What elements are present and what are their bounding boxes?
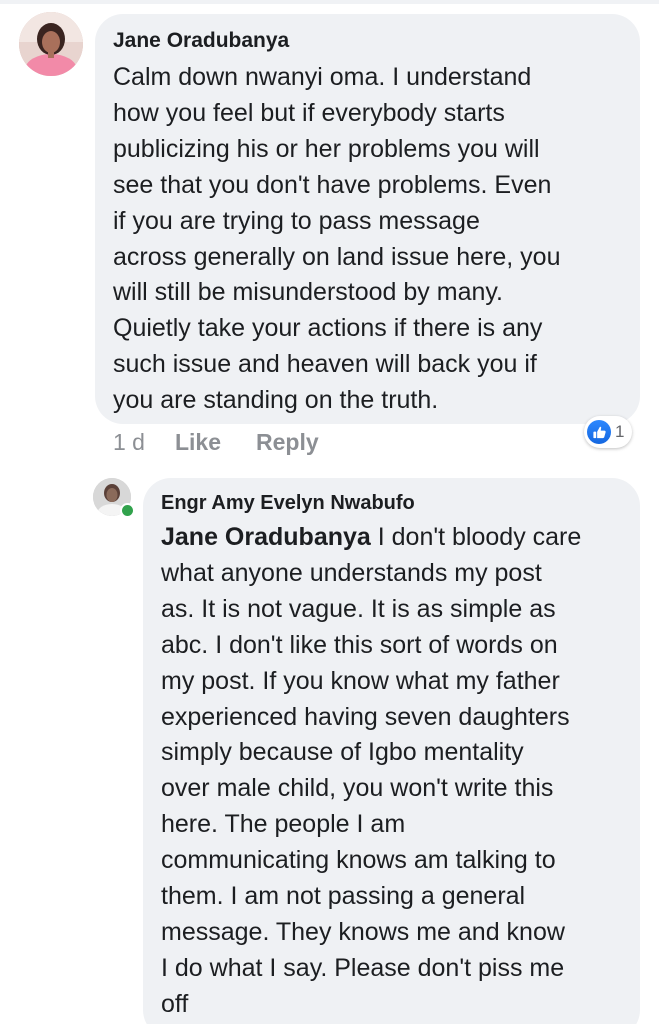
comment-text: Jane Oradubanya I don't bloody care what… <box>161 520 631 1023</box>
comment-actions: 1 d Like Reply <box>113 427 319 457</box>
reply-comment-bubble: Engr Amy Evelyn Nwabufo Jane Oradubanya … <box>143 478 640 1024</box>
comment-author-link[interactable]: Engr Amy Evelyn Nwabufo <box>161 490 640 516</box>
divider <box>0 0 659 4</box>
profile-photo-icon <box>19 12 83 76</box>
comment-body-text: I don't bloody care what anyone understa… <box>161 523 582 1018</box>
comment-timestamp[interactable]: 1 d <box>113 429 145 456</box>
comment-author-link[interactable]: Jane Oradubanya <box>113 28 640 54</box>
online-status-indicator <box>120 503 135 518</box>
reply-button[interactable]: Reply <box>256 429 319 456</box>
reaction-count: 1 <box>615 422 625 441</box>
avatar[interactable] <box>19 12 83 76</box>
comment-text: Calm down nwanyi oma. I understand how y… <box>113 63 561 415</box>
thumbs-up-icon <box>587 420 611 444</box>
like-button[interactable]: Like <box>175 429 221 456</box>
reaction-summary[interactable]: 1 <box>584 416 633 448</box>
comment-bubble: Jane Oradubanya Calm down nwanyi oma. I … <box>95 14 640 424</box>
comments-thread: Jane Oradubanya Calm down nwanyi oma. I … <box>0 0 659 1024</box>
mention-link[interactable]: Jane Oradubanya <box>161 523 371 551</box>
